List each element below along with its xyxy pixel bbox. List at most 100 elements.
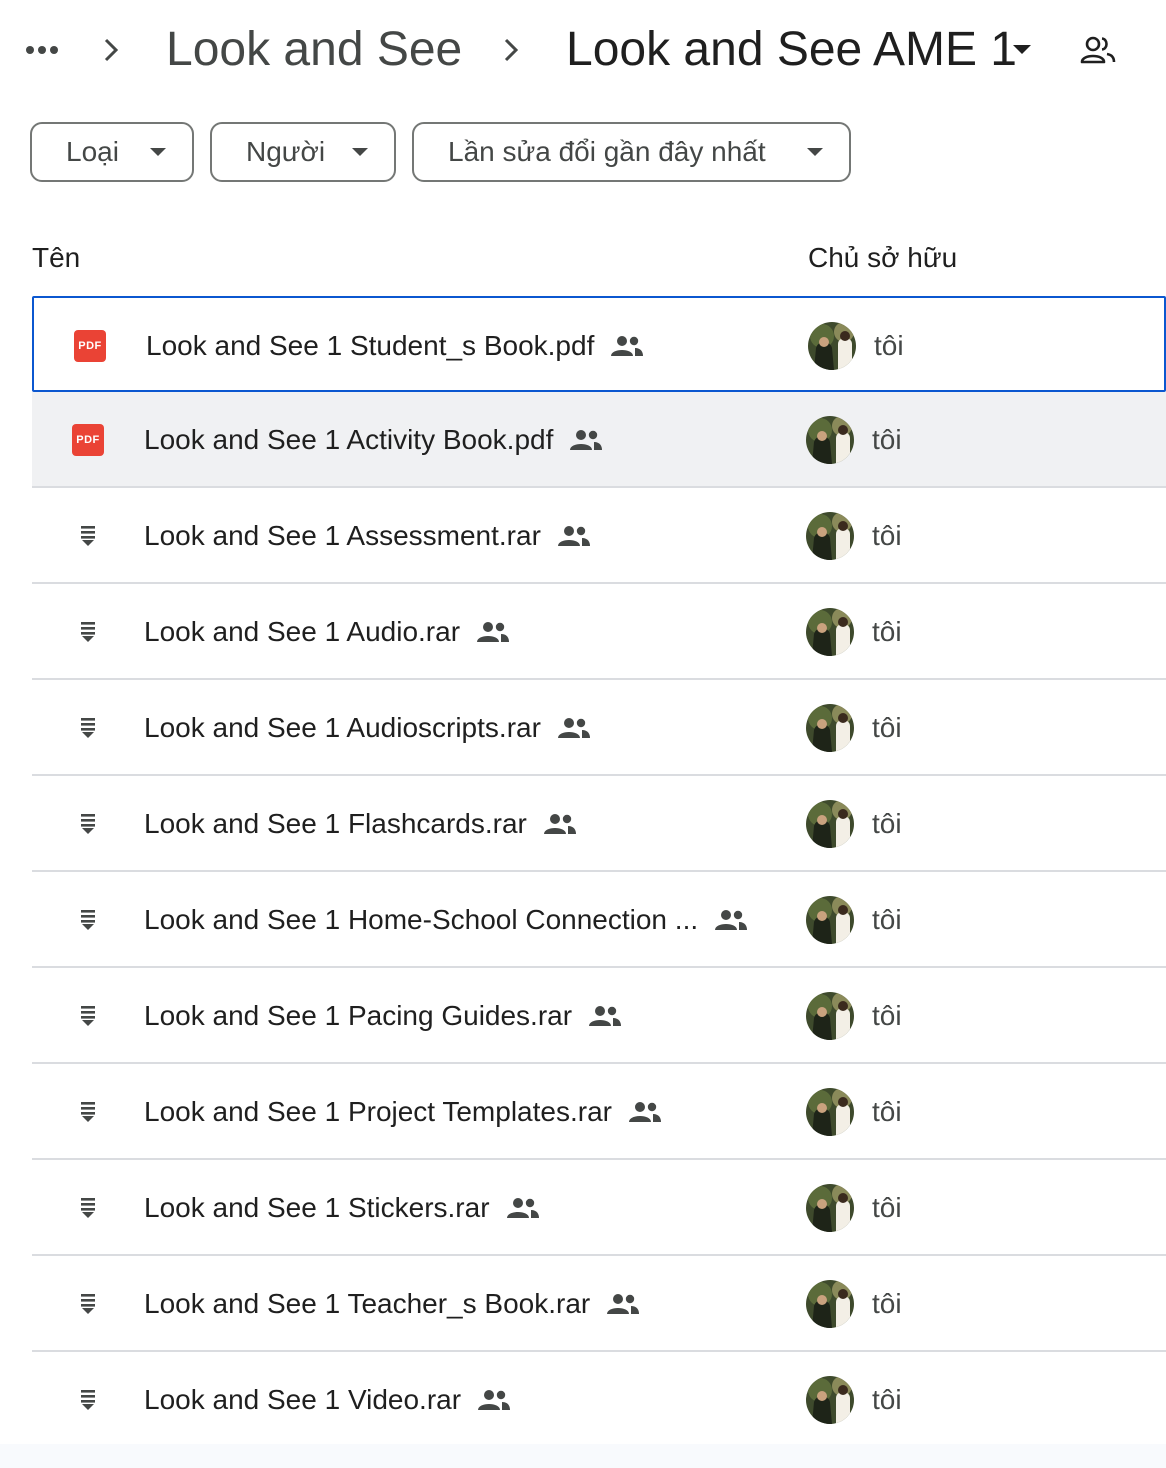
file-name-cell: Look and See 1 Assessment.rar <box>144 488 593 584</box>
owner-name: tôi <box>872 808 902 839</box>
archive-file-icon <box>72 520 104 552</box>
owner-name: tôi <box>872 904 902 935</box>
file-row[interactable]: Look and See 1 Pacing Guides.rar tôi <box>32 968 1166 1064</box>
column-header-owner[interactable]: Chủ sở hữu <box>808 238 957 278</box>
shared-people-icon <box>543 810 579 838</box>
avatar <box>808 322 856 370</box>
list-footer <box>0 1444 1166 1468</box>
file-row[interactable]: Look and See 1 Home-School Connection ..… <box>32 872 1166 968</box>
owner-name: tôi <box>872 520 902 551</box>
owner-name: tôi <box>872 1288 902 1319</box>
owner-name: tôi <box>872 1192 902 1223</box>
pdf-badge-label: PDF <box>74 330 106 362</box>
file-row[interactable]: Look and See 1 Teacher_s Book.rar tôi <box>32 1256 1166 1352</box>
file-name-cell: Look and See 1 Teacher_s Book.rar <box>144 1256 642 1352</box>
file-name[interactable]: Look and See 1 Stickers.rar <box>144 1192 490 1224</box>
file-name[interactable]: Look and See 1 Audio.rar <box>144 616 460 648</box>
shared-people-icon <box>628 1098 664 1126</box>
breadcrumb: Look and See Look and See AME 1 <box>0 0 1166 100</box>
file-row[interactable]: Look and See 1 Audioscripts.rar tôi <box>32 680 1166 776</box>
avatar <box>806 1184 854 1232</box>
archive-file-icon <box>72 1384 104 1416</box>
file-name-cell: Look and See 1 Home-School Connection ..… <box>144 872 750 968</box>
file-name[interactable]: Look and See 1 Audioscripts.rar <box>144 712 541 744</box>
file-row[interactable]: Look and See 1 Project Templates.rar tôi <box>32 1064 1166 1160</box>
file-row[interactable]: Look and See 1 Assessment.rar tôi <box>32 488 1166 584</box>
file-name[interactable]: Look and See 1 Teacher_s Book.rar <box>144 1288 590 1320</box>
avatar <box>806 512 854 560</box>
file-row[interactable]: Look and See 1 Audio.rar tôi <box>32 584 1166 680</box>
shared-people-icon <box>476 618 512 646</box>
owner-name: tôi <box>872 1384 902 1415</box>
file-name[interactable]: Look and See 1 Video.rar <box>144 1384 461 1416</box>
more-options-icon[interactable] <box>22 32 62 68</box>
file-list: PDF Look and See 1 Student_s Book.pdf tôi P… <box>32 296 1166 1448</box>
file-name[interactable]: Look and See 1 Assessment.rar <box>144 520 541 552</box>
archive-file-icon <box>72 808 104 840</box>
file-row[interactable]: Look and See 1 Video.rar tôi <box>32 1352 1166 1448</box>
file-row[interactable]: Look and See 1 Stickers.rar tôi <box>32 1160 1166 1256</box>
file-name-cell: Look and See 1 Activity Book.pdf <box>144 392 605 488</box>
shared-people-icon <box>557 714 593 742</box>
avatar <box>806 992 854 1040</box>
shared-people-icon <box>557 522 593 550</box>
owner-name: tôi <box>872 616 902 647</box>
avatar <box>806 704 854 752</box>
folder-menu-caret-icon[interactable] <box>1008 30 1036 70</box>
pdf-file-icon: PDF <box>72 424 104 456</box>
pdf-file-icon: PDF <box>74 330 106 362</box>
file-row[interactable]: PDF Look and See 1 Activity Book.pdf tôi <box>32 392 1166 488</box>
file-name[interactable]: Look and See 1 Flashcards.rar <box>144 808 527 840</box>
filter-type-chip[interactable]: Loại <box>30 122 194 182</box>
archive-file-icon <box>72 1288 104 1320</box>
shared-people-icon <box>610 332 646 360</box>
avatar <box>806 896 854 944</box>
column-header-name[interactable]: Tên <box>32 238 80 278</box>
filter-modified-label: Lần sửa đổi gần đây nhất <box>448 136 766 167</box>
file-row[interactable]: Look and See 1 Flashcards.rar tôi <box>32 776 1166 872</box>
file-name[interactable]: Look and See 1 Pacing Guides.rar <box>144 1000 572 1032</box>
shared-people-icon <box>506 1194 542 1222</box>
file-name[interactable]: Look and See 1 Student_s Book.pdf <box>146 330 594 362</box>
shared-people-icon <box>477 1386 513 1414</box>
dropdown-caret-icon <box>807 148 823 156</box>
archive-file-icon <box>72 1000 104 1032</box>
avatar <box>806 416 854 464</box>
file-name-cell: Look and See 1 Student_s Book.pdf <box>146 298 646 394</box>
avatar <box>806 1376 854 1424</box>
chevron-right-icon <box>96 30 126 70</box>
avatar <box>806 800 854 848</box>
owner-name: tôi <box>872 1000 902 1031</box>
archive-file-icon <box>72 712 104 744</box>
filter-modified-chip[interactable]: Lần sửa đổi gần đây nhất <box>412 122 851 182</box>
shared-people-icon <box>606 1290 642 1318</box>
file-name[interactable]: Look and See 1 Project Templates.rar <box>144 1096 612 1128</box>
filter-people-label: Người <box>246 136 326 167</box>
file-name-cell: Look and See 1 Pacing Guides.rar <box>144 968 624 1064</box>
archive-file-icon <box>72 1192 104 1224</box>
file-name[interactable]: Look and See 1 Home-School Connection ..… <box>144 904 698 936</box>
breadcrumb-current[interactable]: Look and See AME 1 <box>566 20 1017 80</box>
dropdown-caret-icon <box>150 148 166 156</box>
archive-file-icon <box>72 616 104 648</box>
avatar <box>806 608 854 656</box>
file-name-cell: Look and See 1 Project Templates.rar <box>144 1064 664 1160</box>
filter-type-label: Loại <box>66 136 119 167</box>
file-name[interactable]: Look and See 1 Activity Book.pdf <box>144 424 553 456</box>
shared-people-icon <box>569 426 605 454</box>
filter-people-chip[interactable]: Người <box>210 122 396 182</box>
shared-people-icon <box>714 906 750 934</box>
shared-folder-icon[interactable] <box>1074 30 1122 70</box>
shared-people-icon <box>588 1002 624 1030</box>
chevron-right-icon <box>496 30 526 70</box>
file-name-cell: Look and See 1 Audioscripts.rar <box>144 680 593 776</box>
archive-file-icon <box>72 1096 104 1128</box>
avatar <box>806 1280 854 1328</box>
file-name-cell: Look and See 1 Audio.rar <box>144 584 512 680</box>
file-row[interactable]: PDF Look and See 1 Student_s Book.pdf tôi <box>32 296 1166 392</box>
archive-file-icon <box>72 904 104 936</box>
owner-name: tôi <box>872 1096 902 1127</box>
breadcrumb-parent[interactable]: Look and See <box>166 20 462 80</box>
owner-name: tôi <box>874 330 904 361</box>
avatar <box>806 1088 854 1136</box>
